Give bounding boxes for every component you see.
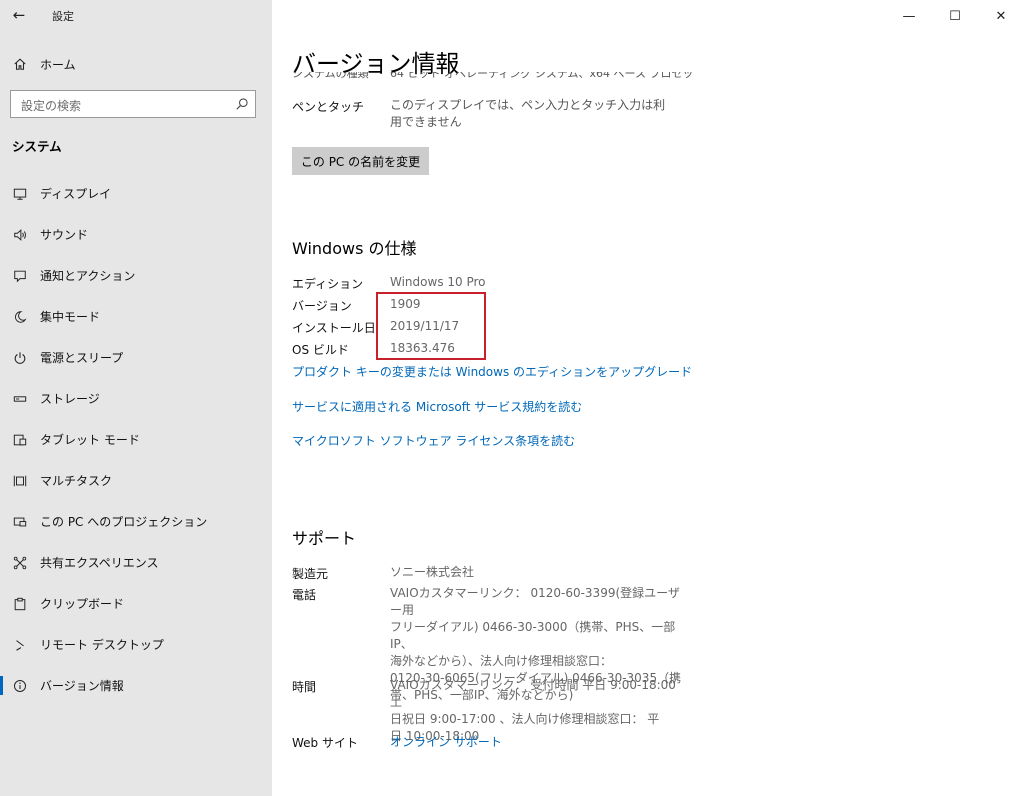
sidebar-item-label: ストレージ xyxy=(40,392,100,406)
speaker-icon xyxy=(12,227,28,243)
edition-value: Windows 10 Pro xyxy=(390,275,486,289)
sidebar-item-label: 共有エクスペリエンス xyxy=(40,556,159,570)
hours-line: 日祝日 9:00-17:00 、法人向け修理相談窓口： 平 xyxy=(390,712,660,726)
sidebar-item-clipboard[interactable]: クリップボード xyxy=(0,583,272,624)
phone-line: フリーダイアル) 0466-30-3000（携帯、PHS、一部IP、 xyxy=(390,620,676,651)
phone-line: 海外などから）、法人向け修理相談窓口： xyxy=(390,654,613,668)
sidebar-item-label: 通知とアクション xyxy=(40,269,136,283)
manufacturer-value: ソニー株式会社 xyxy=(390,565,475,579)
home-icon xyxy=(12,56,28,72)
back-button[interactable]: ← xyxy=(8,5,30,25)
clipboard-icon xyxy=(12,596,28,612)
system-type-row: システムの種類 64 ビット オペレーティング システム、x64 ベース プロセ… xyxy=(292,72,692,84)
hours-label: 時間 xyxy=(292,680,317,694)
close-button[interactable]: ✕ xyxy=(978,0,1024,32)
tablet-icon xyxy=(12,432,28,448)
edition-label: エディション xyxy=(292,277,364,291)
sidebar-item-power[interactable]: 電源とスリープ xyxy=(0,337,272,378)
search-input[interactable]: 設定の検索 xyxy=(10,90,256,118)
close-icon: ✕ xyxy=(995,8,1007,24)
sidebar-item-display[interactable]: ディスプレイ xyxy=(0,173,272,214)
os-build-label: OS ビルド xyxy=(292,343,349,357)
sidebar-item-label: ディスプレイ xyxy=(40,187,112,201)
support-heading: サポート xyxy=(292,529,357,548)
hours-line: VAIOカスタマーリンク： 受付時間 平日 9:00-18:00 土 xyxy=(390,678,676,709)
display-icon xyxy=(12,186,28,202)
maximize-button[interactable]: ☐ xyxy=(932,0,978,32)
rename-pc-button[interactable]: この PC の名前を変更 xyxy=(292,147,429,175)
sidebar: ← 設定 ホーム 設定の検索 システム ディスプレイ サウンド 通知とアクション… xyxy=(0,0,272,796)
system-type-label: システムの種類 xyxy=(292,72,369,80)
sidebar-item-focus[interactable]: 集中モード xyxy=(0,296,272,337)
sidebar-item-label: タブレット モード xyxy=(40,433,140,447)
search-icon xyxy=(236,98,248,110)
share-icon xyxy=(12,555,28,571)
install-date-label: インストール日 xyxy=(292,321,376,335)
info-icon xyxy=(12,678,28,694)
highlight-annotation xyxy=(376,292,486,360)
sidebar-nav: ディスプレイ サウンド 通知とアクション 集中モード 電源とスリープ ストレージ… xyxy=(0,173,272,706)
maximize-icon: ☐ xyxy=(949,8,961,24)
sidebar-item-label: リモート デスクトップ xyxy=(40,638,164,652)
multitask-icon xyxy=(12,473,28,489)
sidebar-item-label: 集中モード xyxy=(40,310,101,324)
version-label: バージョン xyxy=(292,299,352,313)
main-content: — ☐ ✕ バージョン情報 システムの種類 64 ビット オペレーティング シス… xyxy=(272,0,1024,796)
sidebar-item-multitask[interactable]: マルチタスク xyxy=(0,460,272,501)
sidebar-item-label: 電源とスリープ xyxy=(40,351,124,365)
sidebar-item-remote[interactable]: リモート デスクトップ xyxy=(0,624,272,665)
pen-touch-label: ペンとタッチ xyxy=(292,100,365,114)
sidebar-item-projection[interactable]: この PC へのプロジェクション xyxy=(0,501,272,542)
system-type-value: 64 ビット オペレーティング システム、x64 ベース プロセッサ xyxy=(390,72,692,80)
sidebar-item-notifications[interactable]: 通知とアクション xyxy=(0,255,272,296)
power-icon xyxy=(12,350,28,366)
search-placeholder: 設定の検索 xyxy=(21,99,82,113)
sidebar-item-shared[interactable]: 共有エクスペリエンス xyxy=(0,542,272,583)
sidebar-item-label: バージョン情報 xyxy=(40,679,124,693)
remote-icon xyxy=(12,637,28,653)
service-agreement-link[interactable]: サービスに適用される Microsoft サービス規約を読む xyxy=(292,398,582,415)
minimize-icon: — xyxy=(902,8,916,24)
minimize-button[interactable]: — xyxy=(886,0,932,32)
windows-spec-heading: Windows の仕様 xyxy=(292,239,417,258)
sidebar-item-storage[interactable]: ストレージ xyxy=(0,378,272,419)
app-title: 設定 xyxy=(52,10,74,23)
manufacturer-label: 製造元 xyxy=(292,567,329,581)
section-label: システム xyxy=(12,139,62,154)
notification-icon xyxy=(12,268,28,284)
sidebar-item-about[interactable]: バージョン情報 xyxy=(0,665,272,706)
sidebar-item-tablet[interactable]: タブレット モード xyxy=(0,419,272,460)
window-controls: — ☐ ✕ xyxy=(886,0,1024,32)
license-terms-link[interactable]: マイクロソフト ソフトウェア ライセンス条項を読む xyxy=(292,432,575,449)
phone-label: 電話 xyxy=(292,588,317,602)
sidebar-item-label: マルチタスク xyxy=(40,474,113,488)
back-arrow-icon: ← xyxy=(12,6,26,24)
online-support-link[interactable]: オンライン サポート xyxy=(390,733,502,750)
sidebar-item-label: クリップボード xyxy=(40,597,125,611)
storage-icon xyxy=(12,391,28,407)
sidebar-item-label: ホーム xyxy=(40,57,76,72)
pen-touch-value: このディスプレイでは、ペン入力とタッチ入力は利用できません xyxy=(390,98,666,129)
phone-line: VAIOカスタマーリンク： 0120-60-3399(登録ユーザー用 xyxy=(390,586,680,617)
website-label: Web サイト xyxy=(292,736,358,750)
sidebar-item-label: この PC へのプロジェクション xyxy=(40,515,208,529)
upgrade-edition-link[interactable]: プロダクト キーの変更または Windows のエディションをアップグレード xyxy=(292,363,692,380)
projection-icon xyxy=(12,514,28,530)
sidebar-item-label: サウンド xyxy=(40,228,89,242)
sidebar-item-home[interactable]: ホーム xyxy=(0,52,272,76)
moon-icon xyxy=(12,309,28,325)
sidebar-item-sound[interactable]: サウンド xyxy=(0,214,272,255)
